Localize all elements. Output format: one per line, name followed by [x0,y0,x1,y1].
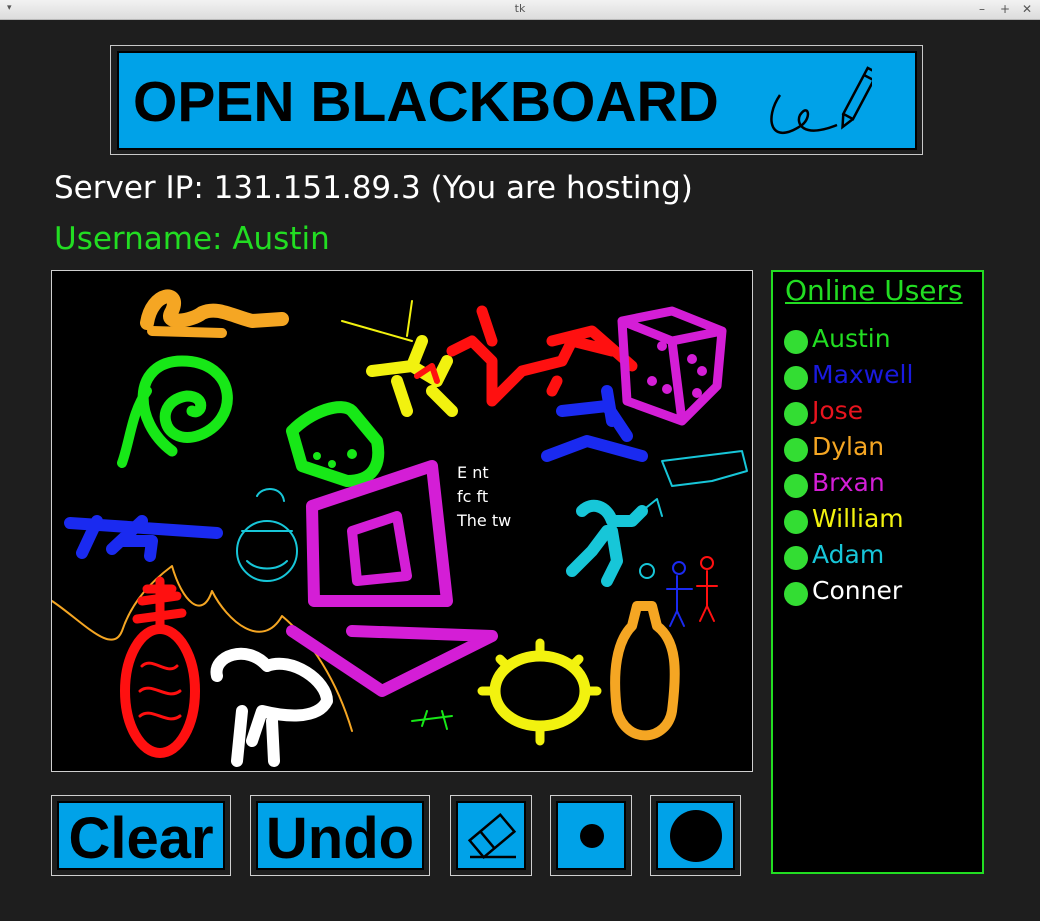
online-status-icon [784,330,808,354]
canvas-handwriting: E nt fc ft The tw [457,463,512,530]
user-name: Adam [812,540,885,569]
username-label: Username: Austin [54,221,330,257]
online-status-icon [784,474,808,498]
undo-button[interactable]: Undo [250,795,430,876]
user-name: Jose [812,396,864,425]
online-status-icon [784,510,808,534]
online-users-panel: Online Users Austin Maxwell Jose Dylan Brxan… [771,270,984,874]
online-status-icon [784,366,808,390]
eraser-icon [467,812,517,860]
online-status-icon [784,582,808,606]
pen-scribble-icon [770,66,872,134]
online-status-icon [784,438,808,462]
small-brush-icon [580,824,604,848]
online-status-icon [784,546,808,570]
large-brush-icon [670,810,722,862]
online-status-icon [784,402,808,426]
user-name: Dylan [812,432,885,461]
maximize-icon[interactable]: + [1000,1,1010,17]
server-ip-label: Server IP: 131.151.89.3 (You are hosting… [54,170,693,206]
eraser-button[interactable] [450,795,532,876]
minimize-icon[interactable]: – [979,1,985,17]
app-banner: OPEN BLACKBOARD [117,51,917,150]
app-title: OPEN BLACKBOARD [133,70,719,134]
small-brush-button-face [556,801,626,870]
large-brush-button-face [656,801,735,870]
small-brush-button[interactable] [550,795,632,876]
large-brush-button[interactable] [650,795,741,876]
close-icon[interactable]: ✕ [1022,1,1032,17]
clear-button[interactable]: Clear [51,795,231,876]
window-titlebar: ▾ tk – + ✕ [0,0,1040,20]
undo-button-face: Undo [256,801,424,871]
clear-button-face: Clear [57,801,225,871]
undo-button-label: Undo [265,806,415,871]
user-name: William [812,504,904,533]
user-name: Austin [812,324,891,353]
clear-button-label: Clear [68,806,214,871]
user-name: Maxwell [812,360,914,389]
online-users-title: Online Users [785,274,963,307]
canvas-drawing [52,289,748,767]
window-title: tk [514,2,526,15]
user-name: Brxan [812,468,885,497]
drawing-canvas[interactable]: E nt fc ft The tw [51,270,753,772]
eraser-button-face [456,801,526,870]
user-name: Conner [812,576,903,605]
